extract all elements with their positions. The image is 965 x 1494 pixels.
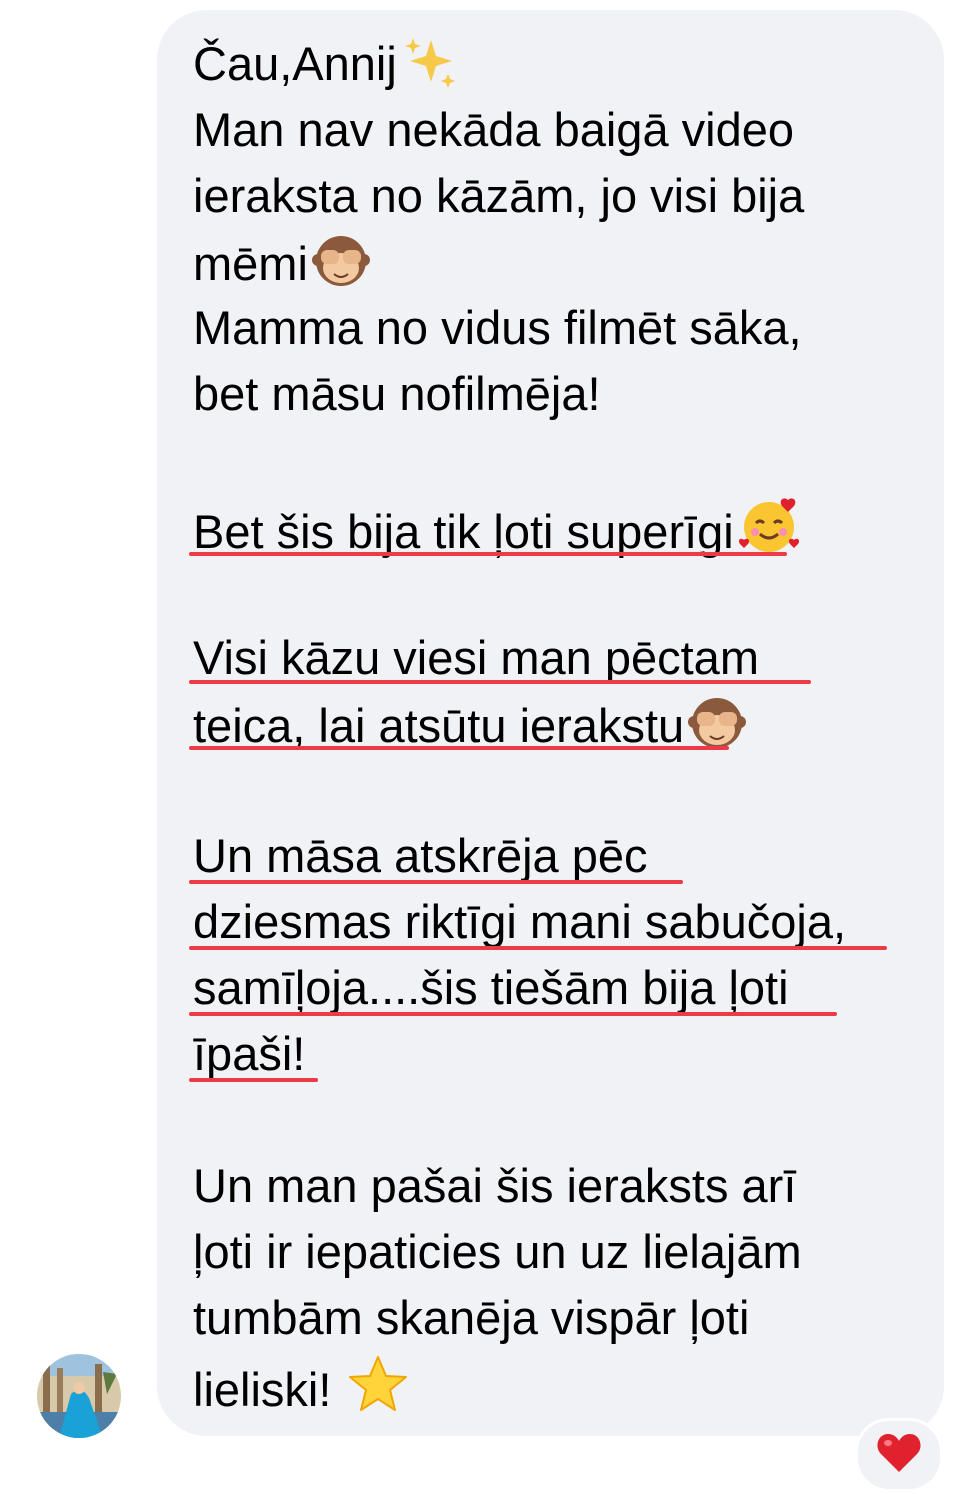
star-icon: [347, 1354, 409, 1428]
see-no-evil-monkey-icon: [311, 232, 370, 302]
message-line: Mamma no vidus filmēt sāka,: [193, 301, 802, 354]
message-line: bet māsu nofilmēja!: [193, 367, 601, 420]
see-no-evil-monkey-icon: [688, 694, 747, 764]
message-line: ieraksta no kāzām, jo visi bija: [193, 169, 805, 222]
message-line: teica, lai atsūtu ierakstu: [193, 694, 747, 754]
highlight-underline: [189, 946, 887, 950]
highlight-underline: [189, 1012, 837, 1016]
message-line: Un man pašai šis ieraksts arī: [193, 1159, 797, 1212]
message-line: īpaši!: [193, 1027, 306, 1080]
message-line: Bet šis bija tik ļoti superīgi: [193, 496, 800, 558]
reaction-badge[interactable]: [855, 1418, 943, 1492]
message-line: Visi kāzu viesi man pēctam: [193, 631, 759, 684]
highlight-underline: [189, 680, 811, 684]
message-line: ļoti ir iepaticies un uz lielajām: [193, 1225, 802, 1278]
message-line: Un māsa atskrēja pēc: [193, 829, 648, 882]
highlight-underline: [189, 1078, 318, 1082]
sender-avatar[interactable]: [37, 1354, 121, 1438]
message-line: tumbām skanēja vispār ļoti: [193, 1291, 750, 1344]
message-line: samīļoja....šis tiešām bija ļoti: [193, 961, 789, 1014]
message-line: lieliski!: [193, 1354, 409, 1416]
highlight-underline: [189, 880, 683, 884]
highlight-underline: [189, 746, 729, 750]
message-line: Čau,Annij: [193, 34, 457, 94]
message-line: dziesmas riktīgi mani sabučoja,: [193, 895, 847, 948]
sparkles-icon: [401, 34, 457, 102]
heart-icon: [876, 1432, 922, 1479]
highlight-underline: [189, 552, 787, 556]
smiling-face-with-hearts-icon: [738, 496, 800, 570]
message-line: Man nav nekāda baigā video: [193, 103, 794, 156]
message-line: mēmi: [193, 232, 370, 292]
